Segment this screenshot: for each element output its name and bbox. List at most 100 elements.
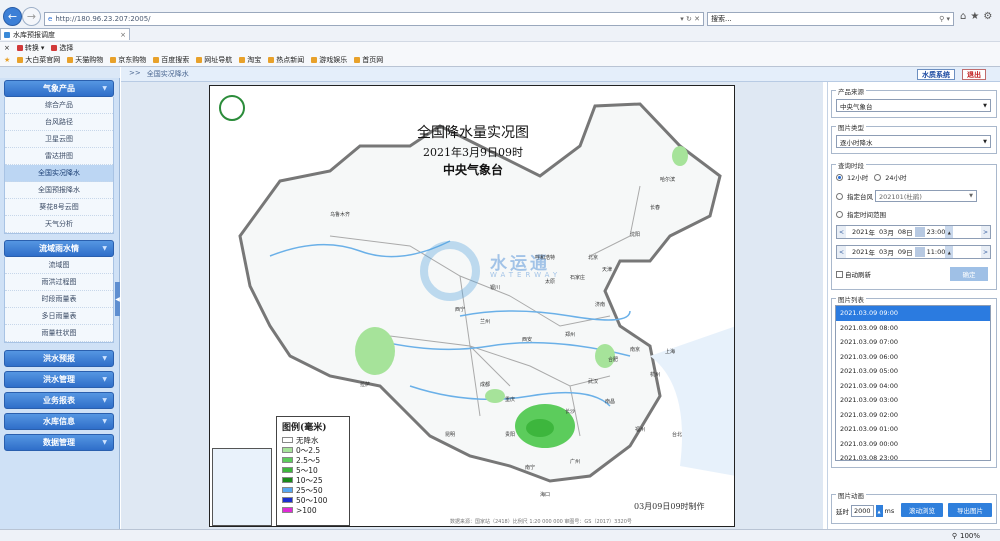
list-item[interactable]: 2021.03.09 03:00 — [836, 393, 990, 408]
delay-input[interactable]: 2000 — [851, 505, 874, 517]
radio-range[interactable] — [836, 210, 843, 218]
list-item[interactable]: 2021.03.09 01:00 — [836, 422, 990, 437]
list-item[interactable]: 2021.03.09 04:00 — [836, 379, 990, 394]
search-input[interactable]: 搜索... ⚲ ▾ — [707, 12, 954, 26]
sidebar-section-flood-management[interactable]: 洪水管理 ▼ — [4, 371, 114, 388]
sidebar-item[interactable]: 葵花8号云图 — [5, 199, 113, 216]
favorite-label: 大白菜官网 — [25, 55, 61, 64]
favorite-link[interactable]: 淘宝 — [239, 55, 261, 65]
product-source-select[interactable]: 中央气象台 ▼ — [836, 99, 991, 112]
auto-refresh-checkbox[interactable] — [836, 270, 843, 278]
sidebar-section-flood-forecast[interactable]: 洪水预报 ▼ — [4, 350, 114, 367]
convert-button[interactable]: 转换 ▾ — [16, 43, 44, 53]
list-item-selected[interactable]: 2021.03.09 09:00 — [836, 306, 990, 321]
time-spinner-icon[interactable]: ▲ — [945, 226, 954, 238]
sidebar-section-reports[interactable]: 业务报表 ▼ — [4, 392, 114, 409]
list-item[interactable]: 2021.03.09 05:00 — [836, 364, 990, 379]
end-day[interactable]: 09 — [898, 248, 906, 256]
sidebar-section-basin[interactable]: 流域雨水情 ▼ — [4, 240, 114, 257]
end-year[interactable]: 2021 — [852, 248, 869, 256]
list-item[interactable]: 2021.03.09 00:00 — [836, 437, 990, 452]
sidebar-item[interactable]: 全国预报降水 — [5, 182, 113, 199]
time-spinner-icon[interactable]: ▲ — [945, 246, 954, 258]
list-item[interactable]: 2021.03.09 08:00 — [836, 321, 990, 336]
next-icon[interactable]: > — [981, 226, 990, 238]
favorite-link[interactable]: 游戏娱乐 — [311, 55, 347, 65]
sidebar-item[interactable]: 多日雨量表 — [5, 308, 113, 325]
start-datetime[interactable]: < 2021 年 03 月 08 日 23:00 ▲ > — [836, 225, 991, 239]
end-datetime[interactable]: < 2021 年 03 月 09 日 11:00 ▲ > — [836, 245, 991, 259]
favorite-link[interactable]: 首页网 — [354, 55, 383, 65]
water-quality-system-button[interactable]: 水质系统 — [917, 69, 955, 80]
delay-spinner-icon[interactable]: ▲ — [875, 505, 883, 517]
sidebar-item[interactable]: 雷达拼图 — [5, 148, 113, 165]
city-label: 沈阳 — [630, 232, 641, 238]
tab-close-icon[interactable]: × — [120, 31, 126, 39]
prev-icon[interactable]: < — [837, 226, 846, 238]
section-label: 业务报表 — [43, 396, 75, 405]
radio-typhoon[interactable] — [836, 192, 843, 200]
typhoon-select[interactable]: 202101(杜鹃) ▼ — [875, 190, 977, 202]
browser-tab[interactable]: 水库预报调度 × — [0, 28, 130, 40]
close-icon[interactable]: × — [4, 44, 10, 52]
favorites-star-icon[interactable]: ★ — [4, 56, 10, 64]
sidebar-item[interactable]: 流域图 — [5, 257, 113, 274]
image-type-value: 逐小时降水 — [840, 138, 873, 147]
zoom-icon[interactable]: ⚲ — [952, 532, 957, 540]
image-type-select[interactable]: 逐小时降水 ▼ — [836, 135, 991, 148]
collapse-sidebar-handle[interactable]: ◀ — [115, 282, 120, 316]
search-icon[interactable]: ⚲ ▾ — [939, 15, 950, 23]
start-year[interactable]: 2021 — [852, 228, 869, 236]
sidebar-item[interactable]: 台风路径 — [5, 114, 113, 131]
gear-icon[interactable]: ⚙ — [983, 11, 992, 22]
prev-icon[interactable]: < — [837, 246, 846, 258]
sidebar-item[interactable]: 天气分析 — [5, 216, 113, 233]
back-button[interactable]: ← — [3, 7, 22, 26]
sidebar-section-data[interactable]: 数据管理 ▼ — [4, 434, 114, 451]
sidebar-item[interactable]: 卫星云图 — [5, 131, 113, 148]
radio-24h[interactable] — [874, 173, 882, 181]
ie-icon: e — [48, 15, 53, 23]
sidebar-item[interactable]: 综合产品 — [5, 97, 113, 114]
favorite-link[interactable]: 大白菜官网 — [17, 55, 60, 65]
list-item[interactable]: 2021.03.09 06:00 — [836, 350, 990, 365]
sidebar-section-reservoir[interactable]: 水库信息 ▼ — [4, 413, 114, 430]
select-label: 选择 — [59, 43, 74, 52]
favorite-link[interactable]: 网址导航 — [196, 55, 232, 65]
export-image-button[interactable]: 导出图片 — [948, 503, 992, 517]
end-month[interactable]: 03 — [879, 248, 887, 256]
calendar-icon[interactable] — [914, 247, 925, 257]
star-icon[interactable]: ★ — [970, 11, 979, 22]
favorite-link[interactable]: 京东购物 — [110, 55, 146, 65]
select-button[interactable]: 选择 — [51, 43, 73, 53]
favorite-link[interactable]: 百度搜索 — [153, 55, 189, 65]
address-bar[interactable]: e http://180.96.23.207:2005/ ▾ ↻ ✕ — [44, 12, 704, 26]
start-time[interactable]: 23:00 — [927, 228, 946, 236]
sidebar-item[interactable]: 时段雨量表 — [5, 291, 113, 308]
list-item[interactable]: 2021.03.09 02:00 — [836, 408, 990, 423]
sidebar-item-selected[interactable]: 全国实况降水 — [5, 165, 113, 182]
list-item[interactable]: 2021.03.08 23:00 — [836, 451, 990, 460]
legend-swatch — [282, 487, 293, 493]
sidebar-item[interactable]: 雨量柱状图 — [5, 325, 113, 342]
radio-12h[interactable] — [836, 173, 843, 181]
map-title: 全国降水量实况图 — [417, 125, 529, 141]
favorite-link[interactable]: 天猫购物 — [67, 55, 103, 65]
confirm-button[interactable]: 确定 — [950, 267, 988, 281]
home-icon[interactable]: ⌂ — [960, 11, 966, 22]
exit-button[interactable]: 退出 — [962, 69, 986, 80]
zoom-level[interactable]: 100% — [960, 532, 980, 540]
list-item[interactable]: 2021.03.09 07:00 — [836, 335, 990, 350]
start-month[interactable]: 03 — [879, 228, 887, 236]
refresh-icon[interactable]: ▾ ↻ ✕ — [680, 15, 700, 23]
play-animation-button[interactable]: 滚动浏览 — [901, 503, 943, 517]
sidebar-section-weather[interactable]: 气象产品 ▼ — [4, 80, 114, 97]
sidebar-item[interactable]: 雨洪过程图 — [5, 274, 113, 291]
start-day[interactable]: 08 — [898, 228, 906, 236]
calendar-icon[interactable] — [914, 227, 925, 237]
favorite-link[interactable]: 热点新闻 — [268, 55, 304, 65]
next-icon[interactable]: > — [981, 246, 990, 258]
end-time[interactable]: 11:00 — [927, 248, 946, 256]
forward-button[interactable]: → — [22, 7, 41, 26]
image-list[interactable]: 2021.03.09 09:00 2021.03.09 08:00 2021.0… — [835, 305, 991, 461]
